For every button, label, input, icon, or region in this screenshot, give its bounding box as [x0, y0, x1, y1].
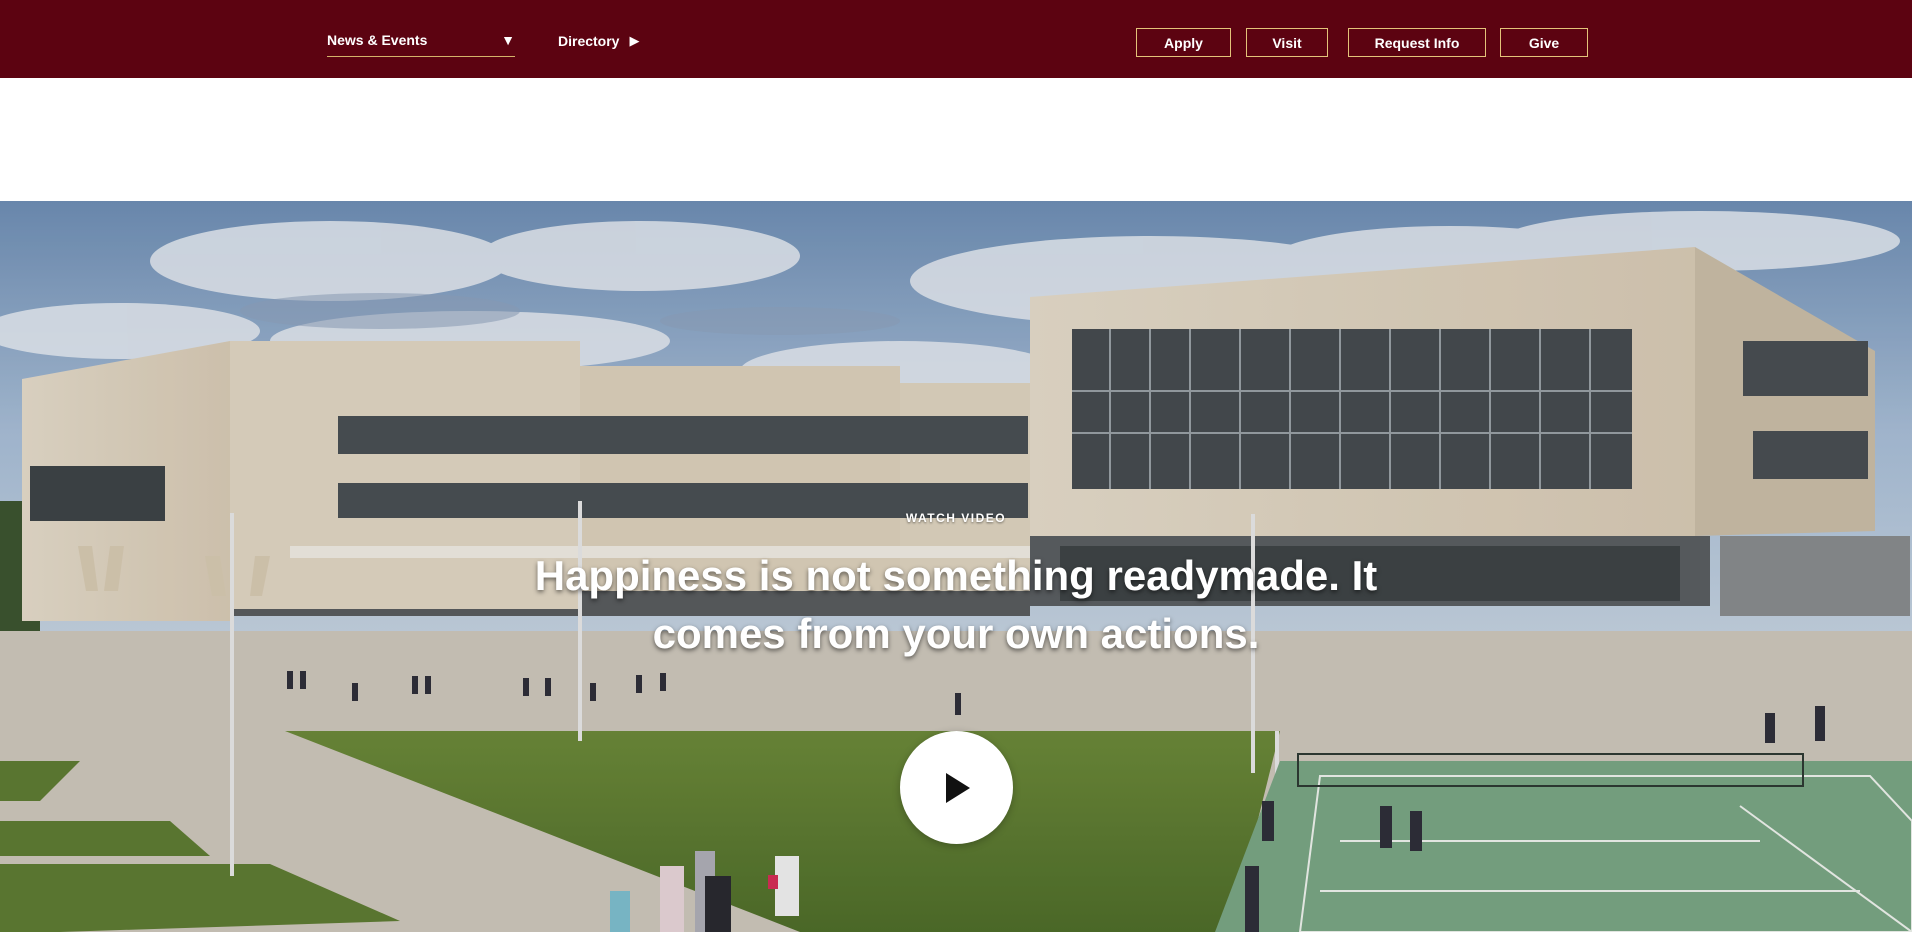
top-navigation-bar: News & Events ▼ Directory ▶ Apply Visit … — [0, 0, 1912, 78]
hero-headline: Happiness is not something readymade. It… — [534, 552, 1378, 657]
visit-button[interactable]: Visit — [1246, 28, 1328, 57]
watch-video-label: WATCH VIDEO — [905, 511, 1007, 525]
request-info-button[interactable]: Request Info — [1348, 28, 1486, 57]
play-video-button[interactable] — [900, 731, 1013, 844]
caret-down-icon: ▼ — [501, 32, 515, 48]
hero-video-section: WATCH VIDEO Happiness is not something r… — [0, 201, 1912, 932]
give-button[interactable]: Give — [1500, 28, 1588, 57]
directory-link[interactable]: Directory ▶ — [558, 30, 639, 52]
news-events-label: News & Events — [327, 32, 428, 48]
news-events-dropdown[interactable]: News & Events ▼ — [327, 30, 515, 57]
play-icon — [945, 772, 970, 803]
apply-button[interactable]: Apply — [1136, 28, 1231, 57]
caret-right-icon: ▶ — [629, 33, 640, 48]
directory-label: Directory — [558, 33, 620, 49]
